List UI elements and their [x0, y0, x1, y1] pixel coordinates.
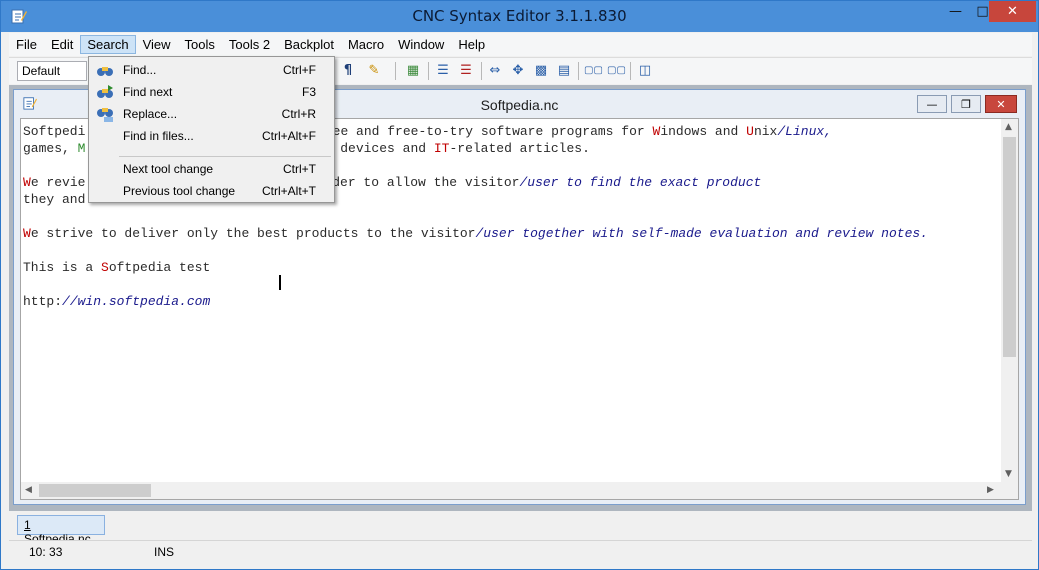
copy-block-icon[interactable]: ▦ [404, 62, 422, 80]
pilcrow-icon[interactable]: ¶ [339, 62, 357, 80]
app-window: CNC Syntax Editor 3.1.1.830 — □ ✕ File E… [0, 0, 1039, 570]
text-block-icon[interactable]: ▤ [555, 62, 573, 80]
vertical-scrollbar[interactable]: ▲ ▼ [1001, 119, 1018, 483]
menu-find-next[interactable]: Find next F3 [91, 81, 332, 103]
close-icon[interactable]: ✕ [989, 1, 1036, 22]
menu-backplot[interactable]: Backplot [277, 35, 341, 54]
horizontal-scroll-thumb[interactable] [39, 484, 151, 497]
tab-softpedia-nc[interactable]: 1 Softpedia.nc [17, 515, 105, 546]
toolbar-separator [630, 62, 631, 80]
menu-edit[interactable]: Edit [44, 35, 80, 54]
text-caret [279, 275, 281, 290]
menu-window[interactable]: Window [391, 35, 451, 54]
title-bar[interactable]: CNC Syntax Editor 3.1.1.830 — □ ✕ [1, 1, 1038, 32]
toolbar-separator [481, 62, 482, 80]
menu-macro[interactable]: Macro [341, 35, 391, 54]
minimize-icon[interactable]: — [942, 1, 969, 22]
compare-left-icon[interactable]: ▢▢ [584, 62, 603, 80]
menu-replace[interactable]: Replace... Ctrl+R [91, 103, 332, 125]
select-block-icon[interactable]: ▩ [532, 62, 550, 80]
replace-icon [97, 108, 113, 122]
doc-close-icon[interactable]: ✕ [985, 95, 1017, 113]
vertical-scroll-thumb[interactable] [1003, 137, 1016, 357]
arrows-horizontal-icon[interactable]: ⇔ [486, 62, 504, 80]
menu-separator [119, 156, 331, 157]
menu-previous-tool-change[interactable]: Previous tool change Ctrl+Alt+T [91, 180, 332, 202]
insert-mode: INS [154, 545, 175, 559]
horizontal-scrollbar[interactable]: ◀ ▶ [21, 482, 1018, 499]
highlight-icon[interactable]: ✎ [365, 62, 383, 80]
find-next-icon [97, 85, 113, 98]
arrows-all-icon[interactable]: ✥ [509, 62, 527, 80]
menu-tools[interactable]: Tools [178, 35, 222, 54]
doc-restore-icon[interactable]: ❐ [951, 95, 981, 113]
scroll-up-icon[interactable]: ▲ [1005, 122, 1012, 132]
compare-right-icon[interactable]: ▢▢ [607, 62, 626, 80]
doc-minimize-icon[interactable]: — [917, 95, 947, 113]
menu-bar: File Edit Search View Tools Tools 2 Back… [9, 33, 1032, 56]
menu-help[interactable]: Help [451, 35, 492, 54]
menu-search[interactable]: Search [80, 35, 136, 54]
scroll-right-icon[interactable]: ▶ [987, 485, 994, 495]
menu-file[interactable]: File [9, 35, 44, 54]
menu-next-tool-change[interactable]: Next tool change Ctrl+T [91, 158, 332, 180]
binoculars-icon [97, 67, 113, 76]
toolbar-separator [395, 62, 396, 80]
status-bar: 10: 33 INS [9, 540, 1032, 562]
search-menu-dropdown: Find... Ctrl+F Find next F3 Replace... C… [88, 56, 335, 203]
menu-find[interactable]: Find... Ctrl+F [91, 59, 332, 81]
scroll-down-icon[interactable]: ▼ [1005, 469, 1012, 479]
toolbar-separator [428, 62, 429, 80]
menu-find-in-files[interactable]: Find in files... Ctrl+Alt+F [91, 125, 332, 147]
window-title: CNC Syntax Editor 3.1.1.830 [412, 7, 627, 25]
numbered-list-icon[interactable]: ☰ [434, 62, 452, 80]
document-tab-strip: 1 Softpedia.nc [9, 512, 1032, 546]
toolbar-separator [578, 62, 579, 80]
split-view-icon[interactable]: ◫ [636, 62, 654, 80]
remove-numbers-icon[interactable]: ☰ [457, 62, 475, 80]
cursor-position: 10: 33 [29, 545, 63, 559]
menu-tools-2[interactable]: Tools 2 [222, 35, 277, 54]
menu-view[interactable]: View [136, 35, 178, 54]
profile-combo[interactable]: Default [17, 61, 87, 81]
scroll-left-icon[interactable]: ◀ [25, 485, 32, 495]
